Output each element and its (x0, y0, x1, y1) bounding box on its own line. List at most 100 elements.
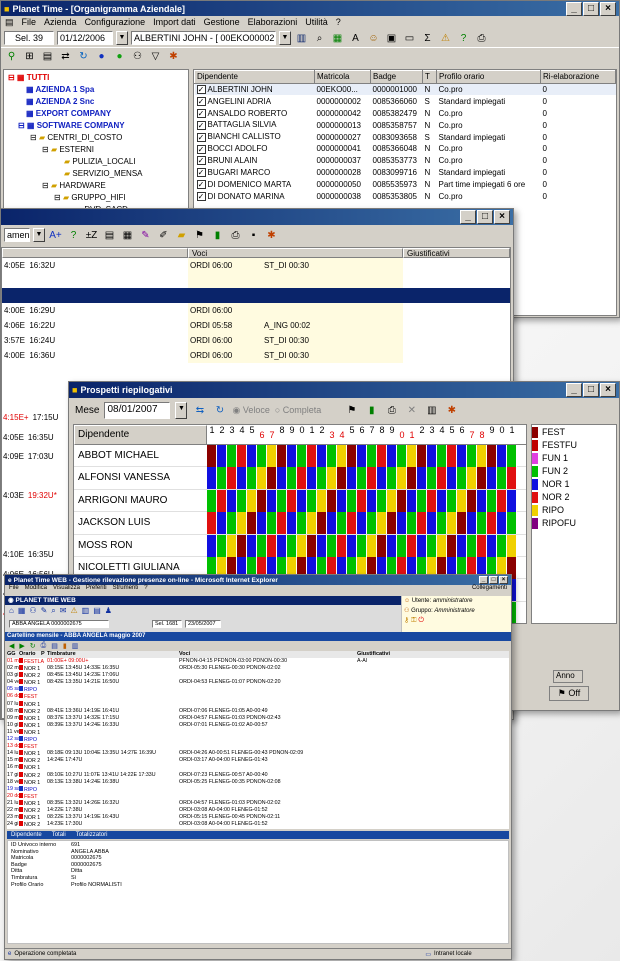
shift-cell[interactable] (507, 445, 517, 467)
shift-cell[interactable] (427, 512, 437, 535)
shift-cell[interactable] (287, 512, 297, 535)
menu-help[interactable]: ? (336, 17, 341, 28)
col-giustificativi[interactable]: Giustificativi (403, 248, 510, 258)
shift-cell[interactable] (227, 489, 237, 512)
web-date-field[interactable]: 23/05/2007 (185, 620, 221, 628)
minimize-button[interactable]: _ (566, 383, 582, 397)
col-dipendente[interactable]: Dipendente (194, 70, 315, 84)
lock-icon[interactable]: ⚿ (411, 617, 416, 624)
shift-cell[interactable] (407, 467, 417, 490)
report-icon[interactable]: ▣ (384, 31, 399, 46)
minimize-button[interactable]: _ (460, 210, 476, 224)
user-group-icon[interactable]: ⚇ (130, 49, 145, 64)
col-profilo[interactable]: Profilo orario (436, 70, 541, 84)
shift-cell[interactable] (417, 512, 427, 535)
shift-cell[interactable] (227, 534, 237, 557)
shift-cell[interactable] (367, 534, 377, 557)
shift-cell[interactable] (467, 445, 477, 467)
shift-cell[interactable] (357, 512, 367, 535)
mail-icon[interactable]: ✉ (60, 606, 67, 616)
shift-cell[interactable] (397, 467, 407, 490)
shift-cell[interactable] (347, 489, 357, 512)
shift-cell[interactable] (327, 512, 337, 535)
font-increase-icon[interactable]: A+ (48, 228, 63, 243)
shift-cell[interactable] (357, 489, 367, 512)
tree-node-centri[interactable]: ⊟ ▰ CENTRI_DI_COSTO (6, 132, 186, 144)
shift-cell[interactable] (327, 534, 337, 557)
shift-cell[interactable] (217, 512, 227, 535)
shift-cell[interactable] (237, 445, 247, 467)
table-row[interactable]: 16 me NOR 1 (7, 764, 509, 771)
shift-cell[interactable] (317, 445, 327, 467)
menu-modifica[interactable]: Modifica (25, 585, 47, 593)
shift-cell[interactable] (207, 534, 217, 557)
shift-cell[interactable] (237, 534, 247, 557)
table-row[interactable]: ✓ DI DOMENICO MARTA 0000000050 0085535973 N P… (195, 179, 616, 191)
shift-cell[interactable] (257, 445, 267, 467)
shift-cell[interactable] (367, 467, 377, 490)
table-row[interactable]: 13 do FEST (7, 743, 509, 750)
table-row[interactable]: 4:06E 16:22U ORDI 05:58 A_ING 00:02 (2, 318, 510, 333)
shift-cell[interactable] (487, 489, 497, 512)
maximize-button[interactable]: □ (583, 1, 599, 16)
shift-cell[interactable] (207, 445, 217, 467)
edit-icon[interactable]: ✐ (156, 228, 171, 243)
anno-tab[interactable]: Anno (553, 670, 583, 683)
table-row[interactable]: 19 sa RIPO (7, 785, 509, 793)
shift-cell[interactable] (337, 489, 347, 512)
shift-cell[interactable] (237, 512, 247, 535)
menu-utilita[interactable]: Utilità (305, 17, 328, 28)
tree-node-mensa[interactable]: ▰ SERVIZIO_MENSA (6, 168, 186, 180)
table-row[interactable]: 09 me NOR 1 08:37E 13:37U 14:32E 17:15U ORD… (7, 714, 509, 722)
sort-icon[interactable]: A (348, 31, 363, 46)
shift-cell[interactable] (407, 534, 417, 557)
shift-cell[interactable] (457, 489, 467, 512)
shift-cell[interactable] (287, 534, 297, 557)
close-button[interactable]: × (600, 383, 616, 397)
shift-cell[interactable] (507, 512, 517, 535)
table-row[interactable]: 04 ve NOR 1 08:42E 13:35U 14:21E 16:50U ORD… (7, 679, 509, 686)
shift-cell[interactable] (257, 467, 267, 490)
settings-icon[interactable]: ✱ (444, 403, 459, 418)
shift-cell[interactable] (337, 534, 347, 557)
green-ball-icon[interactable]: ● (112, 49, 127, 64)
shift-cell[interactable] (397, 512, 407, 535)
shift-cell[interactable] (257, 534, 267, 557)
screen-icon[interactable]: ▭ (402, 31, 417, 46)
shift-cell[interactable] (407, 512, 417, 535)
date-field[interactable]: 01/12/2006 (57, 31, 113, 45)
shift-cell[interactable] (307, 467, 317, 490)
shift-cell[interactable] (217, 534, 227, 557)
shift-cell[interactable] (387, 534, 397, 557)
shift-cell[interactable] (297, 534, 307, 557)
selection-count-field[interactable]: Sel. 39 (4, 31, 54, 45)
veloce-radio[interactable]: ◉ Veloce (232, 405, 269, 416)
table-row[interactable]: ✓ DI DONATO MARINA 0000000038 0085353805 N Co… (195, 191, 616, 203)
table-row[interactable]: ✓ BIANCHI CALLISTO 0000000027 0083093658 S St… (195, 131, 616, 143)
prev-icon[interactable]: ◀ (9, 642, 14, 650)
checkbox-icon[interactable]: ✓ (196, 168, 206, 178)
checkbox-icon[interactable]: ✓ (196, 180, 206, 190)
shift-cell[interactable] (267, 467, 277, 490)
warning-icon[interactable]: ⚠ (70, 606, 77, 616)
grid-icon[interactable]: ▦ (18, 606, 26, 616)
shift-cell[interactable] (387, 489, 397, 512)
prospetti-titlebar[interactable]: ■ Prospetti riepilogativi _ □ × (69, 382, 619, 398)
minimize-button[interactable]: _ (566, 1, 582, 16)
shift-cell[interactable] (437, 467, 447, 490)
people-icon[interactable]: ♟ (105, 606, 112, 616)
refresh-icon[interactable]: ↻ (212, 403, 227, 418)
shift-cell[interactable] (247, 445, 257, 467)
shift-cell[interactable] (317, 467, 327, 490)
col-rielaborazione[interactable]: Ri-elaborazione (540, 70, 616, 84)
shift-cell[interactable] (367, 489, 377, 512)
shift-cell[interactable] (327, 467, 337, 490)
chart-icon[interactable]: ▮ (364, 403, 379, 418)
shift-cell[interactable] (447, 489, 457, 512)
table-row[interactable]: 11 ve NOR 1 (7, 728, 509, 736)
menu-import-dati[interactable]: Import dati (153, 17, 196, 28)
shift-cell[interactable] (247, 534, 257, 557)
shift-cell[interactable] (387, 512, 397, 535)
tree-node-esterni[interactable]: ⊟ ▰ ESTERNI (6, 144, 186, 156)
shift-cell[interactable] (507, 489, 517, 512)
